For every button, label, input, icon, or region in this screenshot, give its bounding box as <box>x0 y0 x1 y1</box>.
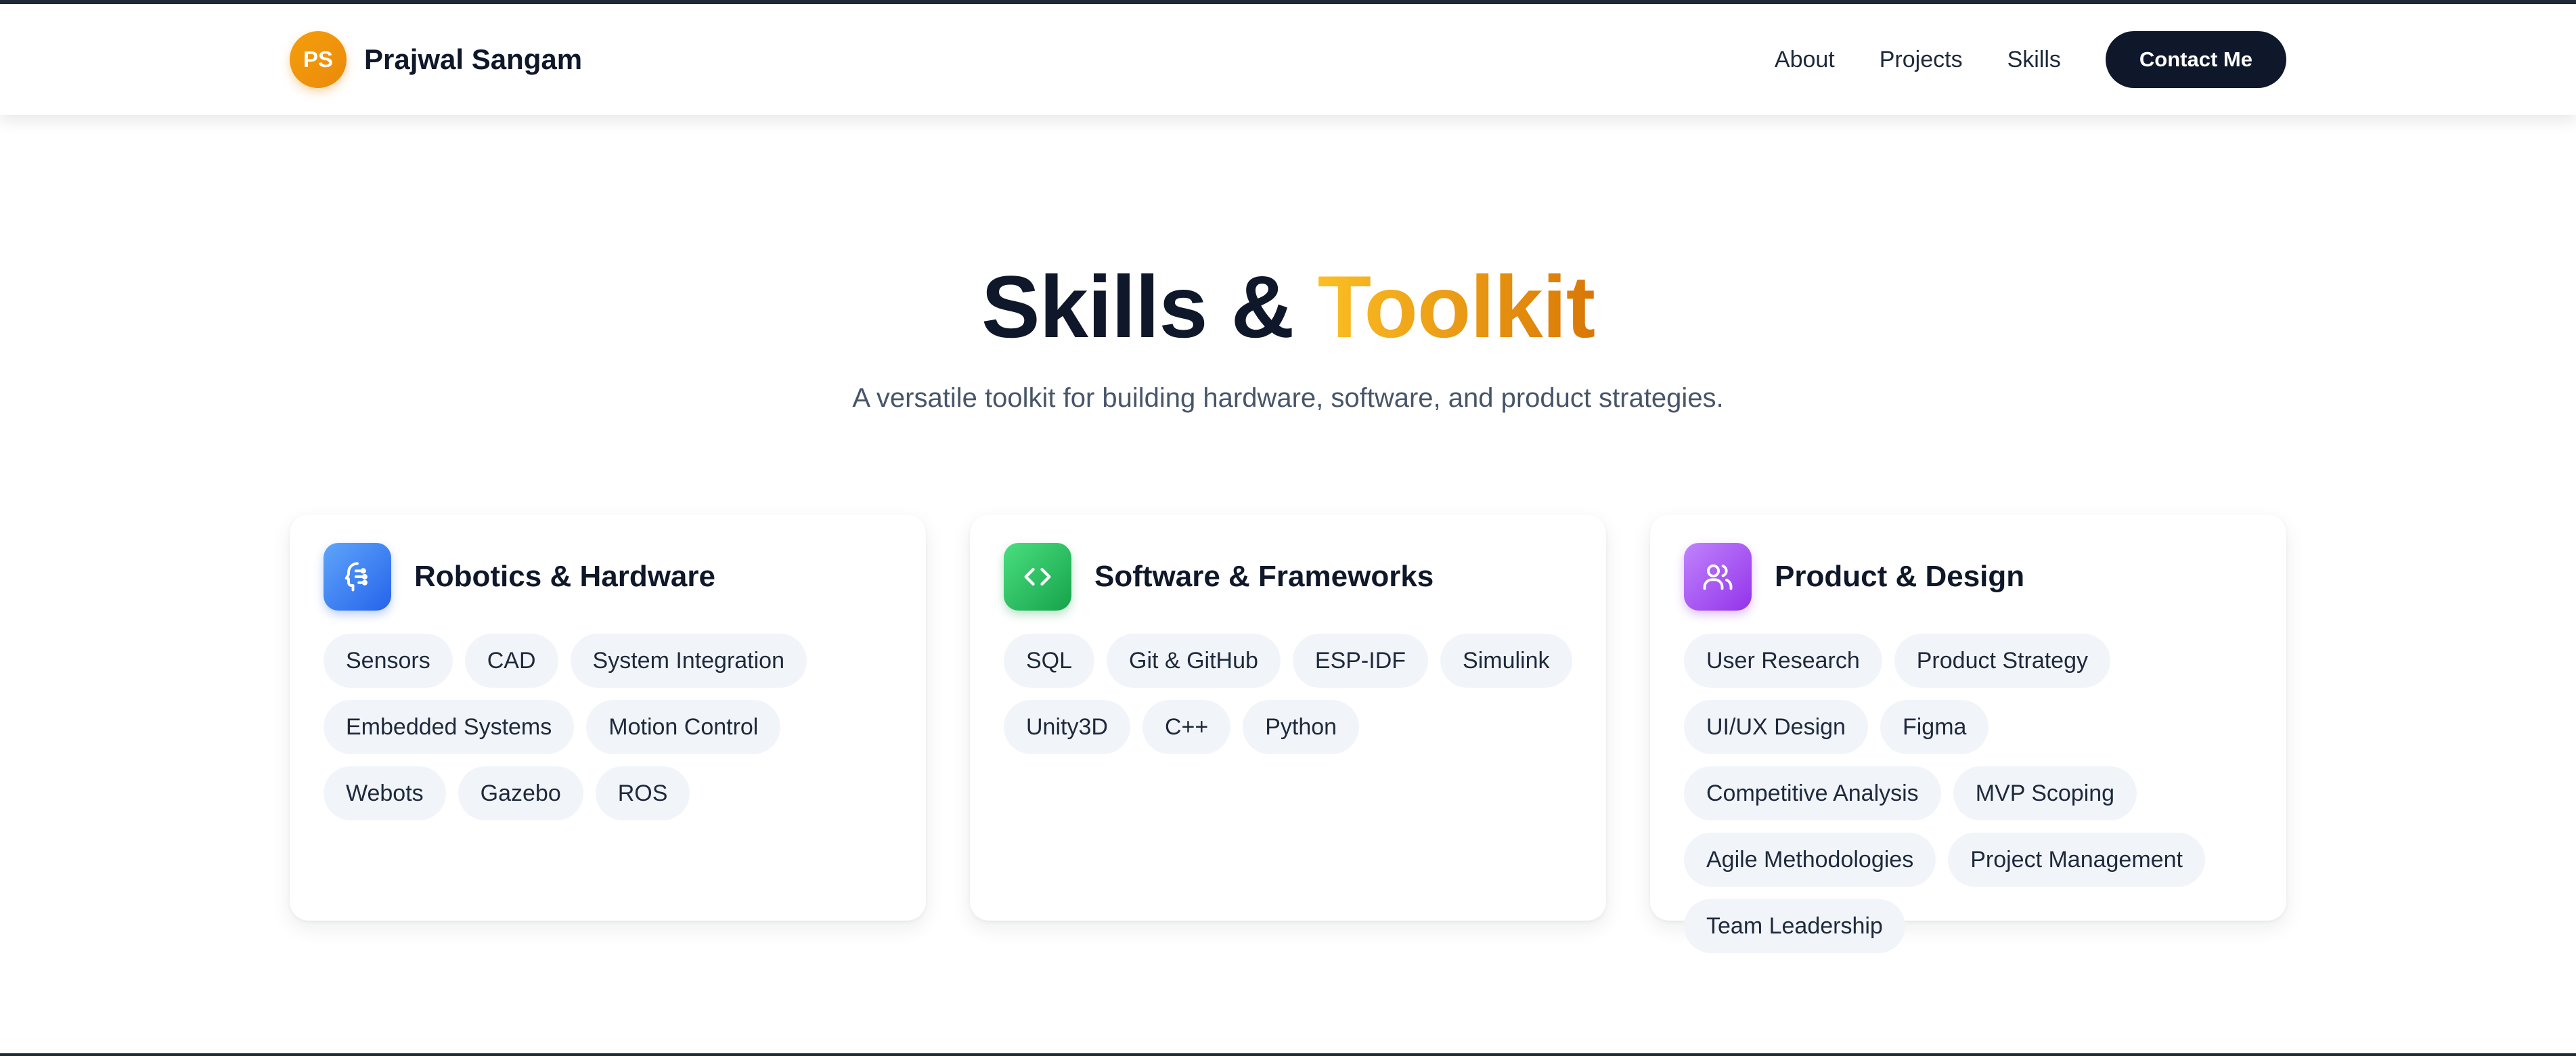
card-header: Robotics & Hardware <box>324 543 892 611</box>
site-header: PS Prajwal Sangam About Projects Skills … <box>0 4 2576 115</box>
skill-card-product: Product & Design User Research Product S… <box>1650 514 2286 953</box>
users-icon <box>1684 543 1752 611</box>
nav-link-about[interactable]: About <box>1775 47 1835 73</box>
skill-chips: SQL Git & GitHub ESP-IDF Simulink Unity3… <box>1004 634 1572 754</box>
skill-chip: Git & GitHub <box>1107 634 1281 688</box>
contact-button[interactable]: Contact Me <box>2105 31 2286 88</box>
skill-chip: Competitive Analysis <box>1684 766 1941 820</box>
skill-chip: CAD <box>464 634 558 688</box>
card-header: Product & Design <box>1684 543 2252 611</box>
section-title: Skills & Toolkit <box>0 256 2576 357</box>
skill-chip: Agile Methodologies <box>1684 833 1936 887</box>
skill-chip: Product Strategy <box>1894 634 2110 688</box>
card-title: Software & Frameworks <box>1094 560 1434 593</box>
skill-chip: Python <box>1243 700 1360 754</box>
skill-chip: Motion Control <box>586 700 781 754</box>
nav-link-skills[interactable]: Skills <box>2007 47 2061 73</box>
skill-chips: User Research Product Strategy UI/UX Des… <box>1684 634 2252 953</box>
skill-chip: Embedded Systems <box>324 700 575 754</box>
skill-chip: Webots <box>324 766 446 820</box>
skill-chip: Unity3D <box>1004 700 1130 754</box>
section-subtitle: A versatile toolkit for building hardwar… <box>852 383 1724 413</box>
title-main: Skills & <box>981 257 1318 356</box>
card-title: Robotics & Hardware <box>414 560 715 593</box>
brand[interactable]: PS Prajwal Sangam <box>290 31 582 88</box>
skill-chip: C++ <box>1142 700 1231 754</box>
skill-chip: Simulink <box>1440 634 1572 688</box>
skill-chip: User Research <box>1684 634 1882 688</box>
avatar: PS <box>290 31 347 88</box>
skill-card-robotics: Robotics & Hardware Sensors CAD System I… <box>290 514 926 921</box>
skill-chip: Project Management <box>1948 833 2205 887</box>
brand-name: Prajwal Sangam <box>364 43 583 75</box>
card-header: Software & Frameworks <box>1004 543 1572 611</box>
main-nav: About Projects Skills Contact Me <box>1775 31 2286 88</box>
skill-chips: Sensors CAD System Integration Embedded … <box>324 634 892 820</box>
skill-chip: ROS <box>595 766 690 820</box>
card-title: Product & Design <box>1775 560 2025 593</box>
skill-chip: Gazebo <box>458 766 583 820</box>
skill-chip: MVP Scoping <box>1953 766 2137 820</box>
skills-cards: Robotics & Hardware Sensors CAD System I… <box>290 514 2286 953</box>
skill-chip: SQL <box>1004 634 1095 688</box>
title-accent: Toolkit <box>1317 257 1595 356</box>
robot-head-icon <box>324 543 391 611</box>
skill-chip: Figma <box>1880 700 1989 754</box>
skill-chip: System Integration <box>570 634 807 688</box>
skill-chip: ESP-IDF <box>1292 634 1429 688</box>
bottom-border <box>0 1053 2576 1056</box>
code-icon <box>1004 543 1071 611</box>
skill-chip: UI/UX Design <box>1684 700 1868 754</box>
skill-chip: Sensors <box>324 634 453 688</box>
skill-chip: Team Leadership <box>1684 899 1905 953</box>
nav-link-projects[interactable]: Projects <box>1880 47 1963 73</box>
skill-card-software: Software & Frameworks SQL Git & GitHub E… <box>970 514 1606 921</box>
